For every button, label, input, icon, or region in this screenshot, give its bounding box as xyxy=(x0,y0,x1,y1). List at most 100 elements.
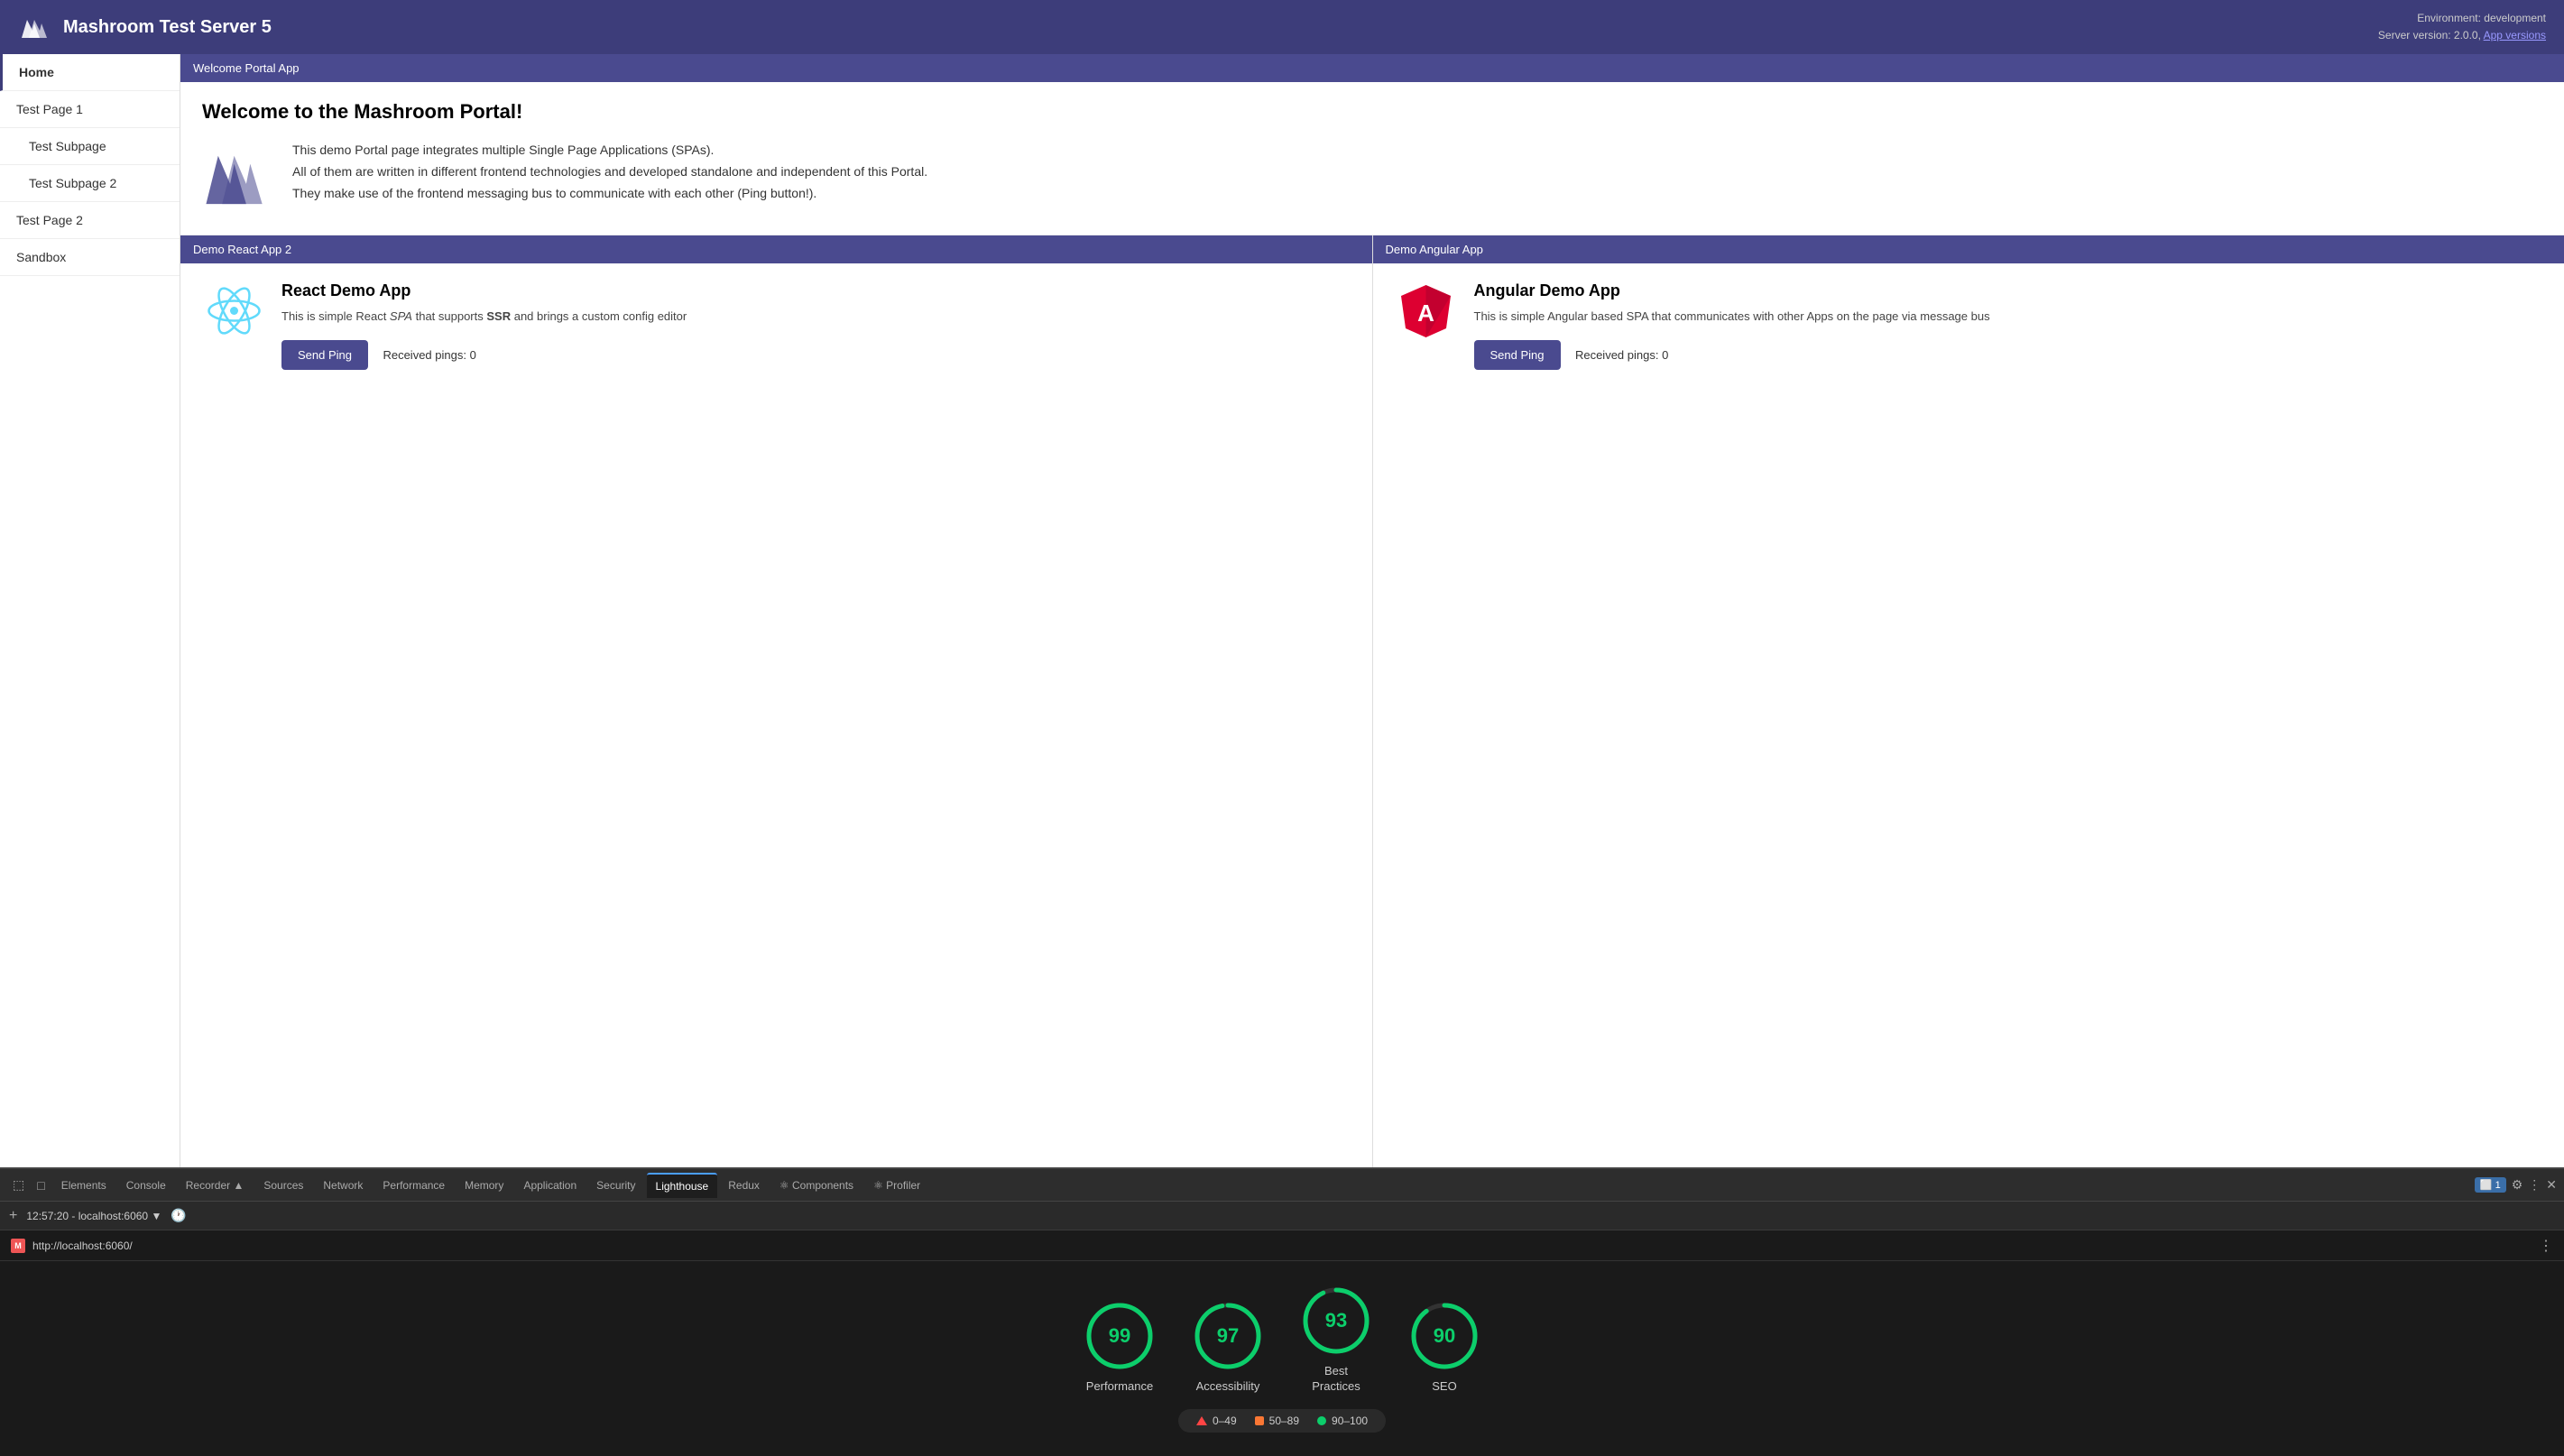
react-card-header: Demo React App 2 xyxy=(180,235,1372,263)
devtools-add-icon[interactable]: + xyxy=(9,1208,17,1224)
score-label-best-practices: Best Practices xyxy=(1300,1364,1372,1395)
score-seo: 90 SEO xyxy=(1408,1300,1480,1395)
env-label: Environment: development xyxy=(2417,12,2546,24)
welcome-section: Welcome Portal App Welcome to the Mashro… xyxy=(180,54,2564,235)
tab-security[interactable]: Security xyxy=(587,1174,644,1197)
tab-recorder[interactable]: Recorder ▲ xyxy=(177,1174,254,1197)
tab-console[interactable]: Console xyxy=(117,1174,175,1197)
app-header: Mashroom Test Server 5 Environment: deve… xyxy=(0,0,2564,54)
legend-red-label: 0–49 xyxy=(1213,1415,1237,1427)
legend-green-label: 90–100 xyxy=(1332,1415,1368,1427)
react-card-body: React Demo App This is simple React SPA … xyxy=(180,263,1372,388)
score-label-seo: SEO xyxy=(1432,1379,1456,1395)
angular-card-body: A Angular Demo App This is simple Angula… xyxy=(1373,263,2564,388)
welcome-section-header: Welcome Portal App xyxy=(180,54,2564,82)
app-title: Mashroom Test Server 5 xyxy=(63,17,272,38)
content-area: Welcome Portal App Welcome to the Mashro… xyxy=(180,54,2564,1167)
main-area: Home Test Page 1 Test Subpage Test Subpa… xyxy=(0,54,2564,1167)
legend-orange-icon xyxy=(1255,1416,1264,1425)
sidebar-item-test-subpage[interactable]: Test Subpage xyxy=(0,128,180,165)
angular-actions: Send Ping Received pings: 0 xyxy=(1474,340,2543,370)
sidebar-item-home[interactable]: Home xyxy=(0,54,180,91)
score-best-practices: 93 Best Practices xyxy=(1300,1285,1372,1395)
devtools-settings-icon[interactable]: ⚙ xyxy=(2512,1177,2523,1193)
tab-performance[interactable]: Performance xyxy=(374,1174,454,1197)
react-card-inner: React Demo App This is simple React SPA … xyxy=(202,281,1351,370)
react-send-ping-button[interactable]: Send Ping xyxy=(281,340,368,370)
app-versions-link[interactable]: App versions xyxy=(2484,29,2546,41)
score-circle-accessibility: 97 xyxy=(1192,1300,1264,1372)
devtools-badge: ⬜ 1 xyxy=(2475,1177,2506,1193)
score-circle-performance: 99 xyxy=(1084,1300,1156,1372)
sidebar-item-sandbox[interactable]: Sandbox xyxy=(0,239,180,276)
devtools-close-icon[interactable]: ✕ xyxy=(2546,1177,2557,1193)
app-cards: Demo React App 2 xyxy=(180,235,2564,1167)
react-app-card: Demo React App 2 xyxy=(180,235,1373,1167)
welcome-body: Welcome to the Mashroom Portal! This dem… xyxy=(180,82,2564,235)
welcome-line-2: All of them are written in different fro… xyxy=(292,161,927,183)
sidebar: Home Test Page 1 Test Subpage Test Subpa… xyxy=(0,54,180,1167)
tab-profiler[interactable]: ⚛ Profiler xyxy=(864,1174,929,1197)
react-app-desc: This is simple React SPA that supports S… xyxy=(281,308,1351,326)
score-label-performance: Performance xyxy=(1086,1379,1153,1395)
tab-elements[interactable]: Elements xyxy=(52,1174,115,1197)
sidebar-item-test-page-1[interactable]: Test Page 1 xyxy=(0,91,180,128)
angular-icon: A xyxy=(1395,281,1458,340)
server-version: Server version: 2.0.0, xyxy=(2378,29,2481,41)
tab-application[interactable]: Application xyxy=(514,1174,586,1197)
angular-ping-count: Received pings: 0 xyxy=(1575,348,1668,362)
devtools-favicon: M xyxy=(11,1239,25,1253)
tab-components[interactable]: ⚛ Components xyxy=(770,1174,862,1197)
tab-sources[interactable]: Sources xyxy=(254,1174,312,1197)
devtools-toolbar: + 12:57:20 - localhost:6060 ▼ 🕐 xyxy=(0,1202,2564,1230)
angular-send-ping-button[interactable]: Send Ping xyxy=(1474,340,1561,370)
devtools-url: http://localhost:6060/ xyxy=(32,1239,2532,1252)
angular-card-inner: A Angular Demo App This is simple Angula… xyxy=(1395,281,2543,370)
svg-text:A: A xyxy=(1417,299,1434,327)
devtools-panel: ⬚ □ Elements Console Recorder ▲ Sources … xyxy=(0,1167,2564,1456)
devtools-clock-icon[interactable]: 🕐 xyxy=(171,1208,186,1223)
react-ping-count: Received pings: 0 xyxy=(383,348,475,362)
angular-card-header: Demo Angular App xyxy=(1373,235,2564,263)
score-circle-seo: 90 xyxy=(1408,1300,1480,1372)
lighthouse-content: 99 Performance 97 Accessibility xyxy=(0,1261,2564,1456)
legend-row: 0–49 50–89 90–100 xyxy=(1178,1409,1386,1433)
tab-network[interactable]: Network xyxy=(314,1174,372,1197)
welcome-text: This demo Portal page integrates multipl… xyxy=(292,140,927,204)
score-value-seo: 90 xyxy=(1434,1324,1455,1348)
score-value-accessibility: 97 xyxy=(1217,1324,1239,1348)
legend-orange: 50–89 xyxy=(1255,1415,1299,1427)
devtools-url-more-icon[interactable]: ⋮ xyxy=(2539,1237,2553,1255)
react-actions: Send Ping Received pings: 0 xyxy=(281,340,1351,370)
tab-lighthouse[interactable]: Lighthouse xyxy=(647,1173,718,1198)
welcome-content: This demo Portal page integrates multipl… xyxy=(202,140,2542,217)
welcome-line-3: They make use of the frontend messaging … xyxy=(292,183,927,205)
welcome-line-1: This demo Portal page integrates multipl… xyxy=(292,140,927,161)
legend-green: 90–100 xyxy=(1317,1415,1368,1427)
devtools-icon-cursor[interactable]: ⬚ xyxy=(7,1177,30,1193)
score-value-performance: 99 xyxy=(1109,1324,1130,1348)
tab-redux[interactable]: Redux xyxy=(719,1174,769,1197)
app-header-left: Mashroom Test Server 5 xyxy=(18,11,272,43)
score-circle-best-practices: 93 xyxy=(1300,1285,1372,1357)
devtools-toolbar-time[interactable]: 12:57:20 - localhost:6060 ▼ xyxy=(26,1210,161,1222)
angular-app-card: Demo Angular App A Angular Demo xyxy=(1373,235,2564,1167)
score-accessibility: 97 Accessibility xyxy=(1192,1300,1264,1395)
scores-row: 99 Performance 97 Accessibility xyxy=(1084,1285,1480,1395)
welcome-title: Welcome to the Mashroom Portal! xyxy=(202,100,2542,124)
react-icon xyxy=(202,281,265,340)
legend-orange-label: 50–89 xyxy=(1269,1415,1299,1427)
app-header-right: Environment: development Server version:… xyxy=(2378,10,2546,44)
sidebar-item-test-page-2[interactable]: Test Page 2 xyxy=(0,202,180,239)
app-logo xyxy=(18,11,51,43)
tab-memory[interactable]: Memory xyxy=(456,1174,512,1197)
score-label-accessibility: Accessibility xyxy=(1196,1379,1260,1395)
devtools-tabs: ⬚ □ Elements Console Recorder ▲ Sources … xyxy=(0,1169,2564,1202)
angular-app-info: Angular Demo App This is simple Angular … xyxy=(1474,281,2543,370)
score-value-best-practices: 93 xyxy=(1325,1309,1347,1332)
devtools-icon-inspect[interactable]: □ xyxy=(32,1178,50,1193)
devtools-more-icon[interactable]: ⋮ xyxy=(2528,1177,2541,1193)
sidebar-item-test-subpage-2[interactable]: Test Subpage 2 xyxy=(0,165,180,202)
react-app-name: React Demo App xyxy=(281,281,1351,300)
angular-app-desc: This is simple Angular based SPA that co… xyxy=(1474,308,2543,326)
